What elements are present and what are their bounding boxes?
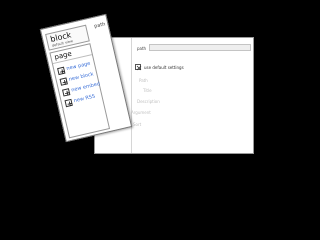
faded-field-sort: Sort (133, 122, 142, 127)
page-section: page new page new block new embed new RS… (49, 43, 111, 139)
panel-tab-path[interactable]: path (94, 21, 106, 29)
plus-icon (59, 76, 68, 86)
action-label: new RSS (73, 93, 96, 105)
path-label: path (137, 46, 147, 51)
screen: path use default settings Path Title Des… (0, 0, 320, 240)
action-list: new page new block new embed new RSS (56, 58, 104, 109)
faded-field-path: Path (139, 78, 148, 83)
use-default-label: use default settings (144, 64, 184, 70)
plus-icon (56, 66, 66, 75)
faded-field-title: Title (143, 88, 152, 93)
checkmark-icon (136, 65, 142, 71)
plus-icon (61, 87, 71, 97)
path-input[interactable] (149, 44, 251, 51)
block-panel: path block default view page new page ne… (39, 13, 133, 143)
use-default-settings-row[interactable]: use default settings (135, 64, 184, 71)
faded-field-description: Description (137, 99, 160, 104)
faded-field-argument: Argument (131, 110, 151, 115)
use-default-checkbox[interactable] (135, 64, 142, 71)
plus-icon (64, 98, 73, 107)
